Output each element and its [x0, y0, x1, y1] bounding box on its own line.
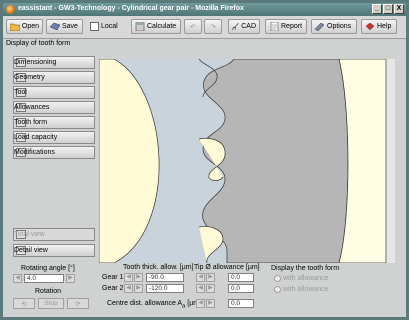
help-button[interactable]: Help	[361, 19, 397, 34]
title-bar: eassistant - GW3-Technology - Cylindrica…	[3, 3, 406, 16]
sidebar-item-label: Allowances	[14, 104, 50, 111]
angle-increase-button[interactable]: ▶	[66, 274, 75, 283]
sidebar-item-load-capacity[interactable]: Load capacity	[13, 131, 95, 144]
gear2-tip-increase[interactable]: ▶	[206, 284, 215, 293]
open-button[interactable]: Open	[6, 19, 43, 34]
undo-icon: ↶	[190, 23, 196, 31]
options-button[interactable]: Options	[311, 19, 357, 34]
sidebar-item-label: Dimensioning	[14, 59, 57, 66]
undo-button[interactable]: ↶	[184, 19, 202, 34]
gear2-thick-input[interactable]: -120.0	[146, 284, 184, 293]
folder-icon	[10, 23, 20, 31]
close-button[interactable]: X	[394, 4, 404, 14]
window-controls: _ □ X	[372, 4, 404, 14]
minimize-button[interactable]: _	[372, 4, 382, 14]
gear2-label: Gear 2	[102, 285, 124, 292]
gear1-tip-input[interactable]: 0.0	[228, 273, 254, 282]
maximize-button[interactable]: □	[383, 4, 393, 14]
toolbar: Open Save Local Calculate ↶ ↷ CAD Report	[3, 16, 406, 39]
rotate-right-icon: ⟳	[75, 300, 81, 308]
with-allowance-radio-2[interactable]	[274, 286, 281, 293]
redo-icon: ↷	[210, 23, 216, 31]
gear2-thick-increase[interactable]: ▶	[134, 284, 143, 293]
options-icon	[315, 22, 325, 31]
report-label: Report	[281, 23, 303, 30]
centre-dist-text: Centre dist. allowance A	[107, 300, 183, 307]
sidebar-item-dimensioning[interactable]: Dimensioning	[13, 56, 95, 69]
cad-button[interactable]: CAD	[228, 19, 260, 34]
total-view-label: Total view	[14, 231, 45, 238]
with-allowance-label-1: with allowance	[283, 275, 329, 282]
rotating-angle-label: Rotating angle [°]	[21, 265, 75, 272]
window-title: eassistant - GW3-Technology - Cylindrica…	[18, 5, 244, 12]
browser-window: eassistant - GW3-Technology - Cylindrica…	[0, 0, 409, 320]
gear1-tip-increase[interactable]: ▶	[206, 273, 215, 282]
save-button[interactable]: Save	[46, 19, 83, 34]
detail-view-label: Detail view	[14, 247, 48, 254]
tip-allowance-label: Tip Ø allowance [µm]	[194, 264, 260, 271]
sidebar-item-tooth-form[interactable]: Tooth form	[13, 116, 95, 129]
vertical-scrollbar[interactable]	[386, 59, 395, 263]
report-button[interactable]: Report	[265, 19, 307, 34]
cad-icon	[232, 23, 239, 30]
save-icon	[50, 22, 60, 31]
gear1-thick-decrease[interactable]: ◀	[124, 273, 133, 282]
sidebar-item-label: Tool	[14, 89, 27, 96]
with-allowance-radio-1[interactable]	[274, 275, 281, 282]
gear-mesh-drawing	[99, 59, 386, 263]
open-label: Open	[21, 23, 39, 30]
calculate-button[interactable]: Calculate	[131, 19, 181, 34]
sidebar-item-label: Geometry	[14, 74, 45, 81]
cad-label: CAD	[241, 23, 256, 30]
sidebar-item-tool[interactable]: Tool	[13, 86, 95, 99]
calculate-label: Calculate	[147, 23, 177, 30]
tooth-form-canvas[interactable]	[99, 59, 386, 263]
firefox-icon	[6, 5, 15, 14]
options-label: Options	[327, 23, 352, 30]
local-checkbox-box[interactable]	[90, 22, 99, 31]
detail-view-button[interactable]: Detail view	[13, 244, 95, 257]
with-allowance-label-2: with allowance	[283, 286, 329, 293]
display-tooth-form-label: Display the tooth form	[271, 265, 340, 272]
stop-button[interactable]: Stop	[38, 298, 64, 309]
centre-dist-decrease[interactable]: ◀	[196, 299, 205, 308]
gear2-tip-input[interactable]: 0.0	[228, 284, 254, 293]
gear1-tip-decrease[interactable]: ◀	[196, 273, 205, 282]
centre-dist-increase[interactable]: ▶	[206, 299, 215, 308]
help-icon	[365, 22, 375, 31]
rotation-label: Rotation	[35, 288, 62, 295]
redo-button[interactable]: ↷	[204, 19, 222, 34]
gear1-label: Gear 1	[102, 274, 124, 281]
local-checkbox[interactable]: Local	[87, 19, 127, 34]
angle-decrease-button[interactable]: ◀	[13, 274, 22, 283]
tooth-thick-label: Tooth thick. allow. [µm]	[123, 264, 194, 271]
sidebar-item-label: Tooth form	[14, 119, 48, 126]
local-label: Local	[101, 23, 118, 30]
report-icon	[270, 22, 279, 31]
help-label: Help	[377, 23, 392, 30]
rotate-left-icon: ⟲	[21, 300, 27, 308]
sidebar-item-label: Modifications	[14, 149, 55, 156]
gear2-thick-decrease[interactable]: ◀	[124, 284, 133, 293]
centre-dist-input[interactable]: 0.0	[228, 299, 254, 308]
gear2-tip-decrease[interactable]: ◀	[196, 284, 205, 293]
rotating-angle-input[interactable]: 4.0	[24, 274, 64, 283]
rotate-right-button[interactable]: ⟳	[67, 298, 89, 309]
sidebar-item-geometry[interactable]: Geometry	[13, 71, 95, 84]
sidebar-item-modifications[interactable]: Modifications	[13, 146, 95, 159]
calculator-icon	[135, 22, 145, 31]
sidebar-item-allowances[interactable]: Allowances	[13, 101, 95, 114]
save-label: Save	[62, 23, 78, 30]
stop-label: Stop	[44, 300, 58, 307]
centre-dist-label: Centre dist. allowance Aa [µm]	[107, 300, 201, 309]
total-view-button[interactable]: Total view	[13, 228, 95, 241]
gear1-thick-increase[interactable]: ▶	[134, 273, 143, 282]
section-label: Display of tooth form	[6, 40, 71, 47]
sidebar-item-label: Load capacity	[14, 134, 58, 141]
rotate-left-button[interactable]: ⟲	[13, 298, 35, 309]
right-gear-body	[202, 59, 349, 263]
gear1-thick-input[interactable]: -90.0	[146, 273, 184, 282]
